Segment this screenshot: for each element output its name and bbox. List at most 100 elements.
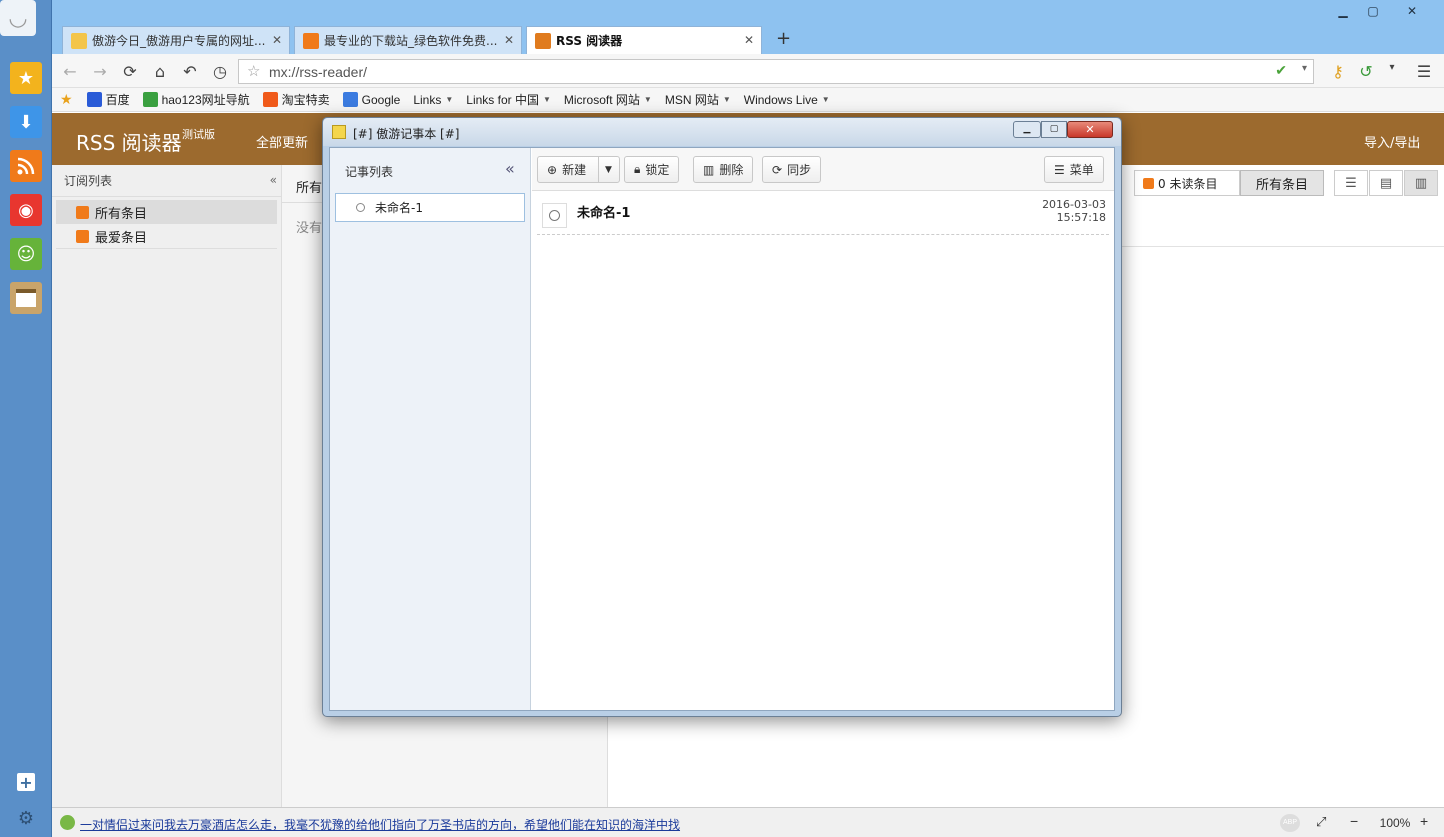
chevron-down-icon: ▼ [542,95,551,104]
lock-label: 锁定 [645,163,670,177]
bookmark-label: 百度 [105,93,130,107]
favorites-star-icon[interactable]: ★ [10,62,42,94]
notepad-title: [#] 傲游记事本 [#] [353,127,460,141]
menu-button[interactable]: ☰ 菜单 [1044,156,1104,183]
zoom-in-button[interactable]: + [1420,813,1428,829]
site-e-icon [303,32,319,49]
emoji-icon[interactable]: ☺ [10,238,42,270]
bookmark-windows-live[interactable]: Windows Live ▼ [744,93,830,107]
bookmark-star-icon[interactable]: ☆ [247,62,260,80]
key-icon[interactable]: ⚷ [1328,62,1348,81]
tab-download-site[interactable]: 最专业的下载站_绿色软件免费... ✕ [294,26,522,54]
download-icon[interactable]: ⬇ [10,106,42,138]
card-view-icon[interactable]: ▤ [1369,170,1403,196]
forward-icon[interactable]: → [90,62,110,81]
sync-button[interactable]: ⟳ 同步 [762,156,822,183]
note-content-area[interactable] [537,238,1109,706]
minimize-button[interactable]: ▁ [1328,0,1358,22]
bookmark-hao123[interactable]: hao123网址导航 [142,91,250,108]
note-editor-panel: ⊕ 新建 ▼ 🔒︎ 锁定 ▥ 删除 ⟳ 同步 ☰ 菜单 未命名-1 2016-03-03 … [532,148,1114,710]
update-all-button[interactable]: 全部更新 [256,132,308,151]
collapse-list-button[interactable]: « [505,159,515,178]
back-icon[interactable]: ← [60,62,80,81]
dropdown-icon[interactable]: ▾ [1382,62,1402,73]
url-text: mx://rss-reader/ [269,63,368,80]
maxthon-logo-icon[interactable]: ◡ [0,0,36,36]
weibo-icon[interactable]: ◉ [10,194,42,226]
undo-icon[interactable]: ↶ [180,62,200,81]
bookmark-msn[interactable]: MSN 网站 ▼ [665,91,731,108]
settings-gear-icon[interactable]: ⚙ [14,806,38,830]
reading-view-icon[interactable]: ▥ [1404,170,1438,196]
chevron-down-icon: ▼ [605,164,612,175]
history-clock-icon[interactable]: ◷ [210,62,230,81]
delete-button[interactable]: ▥ 删除 [693,156,754,183]
close-tab-icon[interactable]: ✕ [272,33,282,47]
bookmark-links-china[interactable]: Links for 中国 ▼ [466,91,551,108]
rss-icon[interactable] [10,150,42,182]
plus-circle-icon: ⊕ [547,162,558,177]
add-icon[interactable]: + [17,773,35,792]
rss-icon [535,32,551,49]
home-icon[interactable]: ⌂ [150,62,170,81]
new-dropdown-button[interactable]: ▼ [598,156,620,183]
baidu-icon [86,92,102,107]
close-tab-icon[interactable]: ✕ [504,33,514,47]
menu-label: 菜单 [1069,163,1094,177]
feed-favorite-items[interactable]: 最爱条目 [52,224,281,248]
bookmark-microsoft[interactable]: Microsoft 网站 ▼ [564,91,652,108]
unread-items-button[interactable]: 0 未读条目 [1134,170,1240,196]
bookmark-taobao[interactable]: 淘宝特卖 [262,91,330,108]
note-check-button[interactable] [542,203,567,228]
magic-fill-icon[interactable]: ↺ [1356,62,1376,81]
bookmark-links[interactable]: Links ▼ [413,93,453,107]
maximize-button[interactable]: ▢ [1358,0,1388,22]
address-bar[interactable]: ☆ mx://rss-reader/ ✔ ▾ [238,59,1314,84]
refresh-icon[interactable]: ⟳ [120,62,140,81]
bookmark-baidu[interactable]: 百度 [86,91,130,108]
minimize-button[interactable]: ▁ [1013,121,1041,138]
bookmark-label: Windows Live [743,92,818,107]
list-view-icon[interactable]: ☰ [1334,170,1368,196]
zoom-level: 100% [1379,816,1411,830]
note-list-item[interactable]: 未命名-1 [335,193,525,222]
close-window-button[interactable]: ✕ [1392,0,1432,22]
chevron-down-icon: ▼ [445,95,454,104]
fullscreen-icon[interactable]: ⤢ [1316,814,1326,830]
collapse-icon[interactable]: « [270,173,277,187]
url-dropdown-icon[interactable]: ▾ [1302,63,1307,74]
maximize-button[interactable]: ▢ [1041,121,1067,138]
notepad-icon[interactable] [10,282,42,314]
close-button[interactable]: ✕ [1067,121,1113,138]
navigation-bar: ← → ⟳ ⌂ ↶ ◷ ☆ mx://rss-reader/ ✔ ▾ ⚷ ↺ ▾… [52,54,1444,88]
hao123-icon [142,92,158,107]
feed-all-items[interactable]: 所有条目 [56,200,277,224]
zoom-out-button[interactable]: − [1350,813,1358,829]
import-export-button[interactable]: 导入/导出 [1364,132,1420,151]
new-tab-button[interactable]: + [776,28,791,49]
rss-icon [1143,177,1154,189]
rss-app-title: RSS 阅读器 [76,131,182,155]
note-list-panel: 记事列表 « 未命名-1 [330,148,531,710]
chevron-down-icon: ▼ [821,95,830,104]
notepad-title-bar[interactable]: [#] 傲游记事本 [#] ▁ ▢ ✕ [323,118,1121,146]
tab-maxthon-today[interactable]: 傲游今日_傲游用户专属的网址... ✕ [62,26,290,54]
news-link[interactable]: 一对情侣过来问我去万豪酒店怎么走，我毫不犹豫的给他们指向了万圣书店的方向，希望他… [80,816,760,833]
tab-rss-reader[interactable]: RSS 阅读器 ✕ [526,26,762,54]
lock-button[interactable]: 🔒︎ 锁定 [624,156,680,183]
note-list-item-label: 未命名-1 [375,201,423,215]
new-note-button[interactable]: ⊕ 新建 [537,156,599,183]
favorites-star-icon[interactable]: ★ [60,91,73,108]
menu-icon[interactable]: ☰ [1414,62,1434,81]
bookmark-google[interactable]: Google [342,92,400,107]
accelerate-icon[interactable]: ✔ [1275,62,1287,79]
note-date: 2016-03-03 [1042,198,1106,211]
beta-badge: 测试版 [182,128,215,141]
side-bar: ◡ ★ ⬇ ◉ ☺ + ⚙ [0,0,52,837]
close-tab-icon[interactable]: ✕ [744,33,754,47]
sun-icon [71,32,87,49]
tab-label: 傲游今日_傲游用户专属的网址... [92,34,266,48]
all-items-button[interactable]: 所有条目 [1240,170,1324,196]
note-title[interactable]: 未命名-1 [577,202,630,221]
adblock-icon[interactable]: ABP [1280,814,1300,832]
